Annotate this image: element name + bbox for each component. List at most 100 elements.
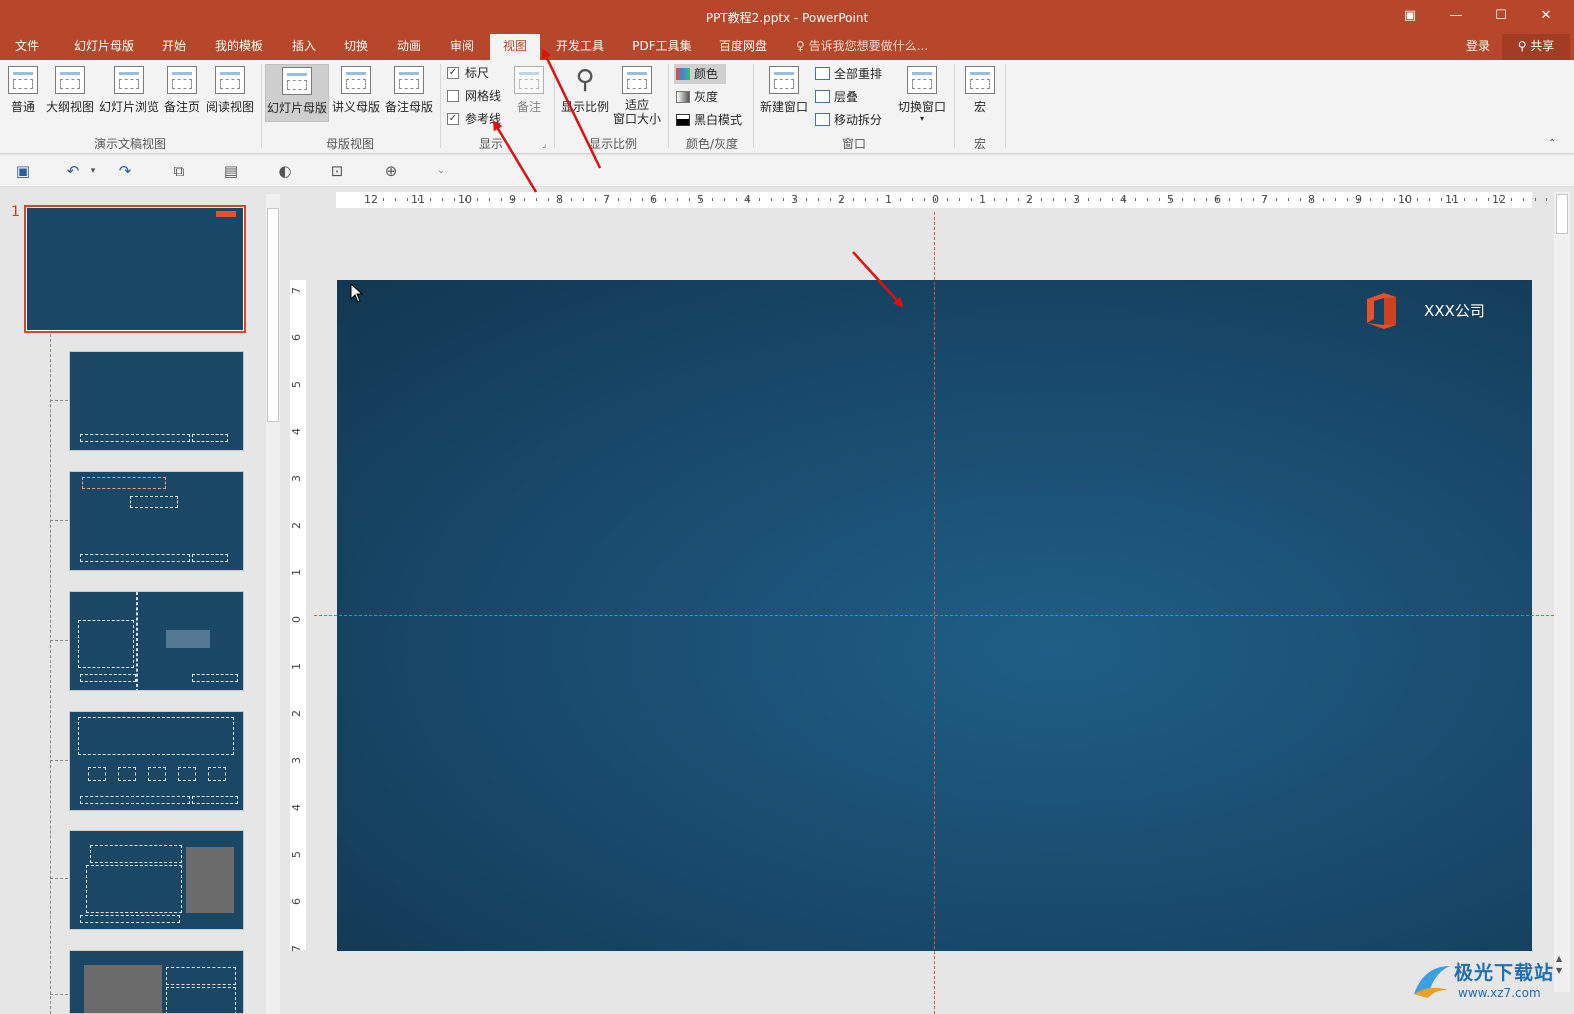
tab-view[interactable]: 视图	[490, 34, 540, 60]
window-group-label: 窗口	[841, 137, 866, 151]
gridlines-checkbox[interactable]: 网格线	[447, 87, 501, 105]
ruler-tick	[1276, 198, 1277, 201]
present-icon[interactable]: ⊡	[328, 163, 346, 179]
vertical-guide[interactable]	[934, 212, 935, 1014]
notes-page-button[interactable]: 备注页	[162, 64, 202, 122]
layout-thumbnail[interactable]	[69, 351, 244, 451]
tab-pdf-tools[interactable]: PDF工具集	[622, 34, 702, 60]
ruler-tick	[723, 198, 725, 201]
tab-developer[interactable]: 开发工具	[548, 34, 612, 60]
slideshow-from-start-icon[interactable]: ◐	[276, 163, 294, 179]
ruler-checkbox[interactable]: ✓ 标尺	[447, 64, 489, 82]
close-button[interactable]: ✕	[1536, 6, 1556, 26]
black-white-button[interactable]: 黑白模式	[674, 110, 742, 130]
tab-transitions[interactable]: 切换	[332, 34, 380, 60]
scrollbar-thumb[interactable]	[267, 208, 279, 422]
tab-slide-master[interactable]: 幻灯片母版	[60, 34, 148, 60]
ruler-tick	[1346, 198, 1348, 201]
move-split-label: 移动拆分	[834, 113, 883, 127]
dialog-launcher-icon[interactable]: ⌟	[542, 140, 546, 150]
grayscale-label: 灰度	[694, 90, 719, 104]
layout-thumbnail[interactable]	[69, 830, 244, 930]
guides-checkbox[interactable]: ✓ 参考线	[447, 110, 501, 128]
ruler-tick	[559, 198, 561, 201]
ruler-tick	[1229, 198, 1230, 201]
connector-tick	[50, 878, 68, 879]
thumbnail-scrollbar[interactable]	[266, 194, 280, 1014]
redo-icon[interactable]: ↷	[116, 163, 134, 179]
normal-view-button[interactable]: 普通	[4, 64, 42, 122]
cascade-button[interactable]: 层叠	[814, 87, 858, 107]
ruler-tick	[488, 198, 490, 201]
color-button[interactable]: 颜色	[674, 64, 726, 84]
footer-placeholder	[80, 434, 190, 442]
ribbon-display-icon[interactable]: ▣	[1400, 6, 1420, 26]
slide-sorter-label: 幻灯片浏览	[98, 100, 159, 114]
share-label: 共享	[1530, 39, 1555, 53]
slide-master-button[interactable]: 幻灯片母版	[265, 64, 329, 122]
handout-master-button[interactable]: 讲义母版	[331, 64, 381, 122]
ruler-tick	[547, 198, 549, 201]
outline-view-button[interactable]: 大纲视图	[44, 64, 96, 122]
slide-sorter-button[interactable]: 幻灯片浏览	[98, 64, 160, 122]
ruler-tick	[1076, 198, 1078, 201]
ruler-tick	[841, 198, 843, 201]
arrange-all-button[interactable]: 全部重排	[814, 64, 882, 84]
zoom-button[interactable]: ⚲ 显示比例	[560, 64, 610, 122]
ruler-tick	[430, 198, 431, 201]
tab-review[interactable]: 审阅	[437, 34, 487, 60]
presentation-views-group-label: 演示文稿视图	[93, 137, 166, 151]
tab-baidu-netdisk[interactable]: 百度网盘	[710, 34, 776, 60]
move-split-button[interactable]: 移动拆分	[814, 110, 882, 130]
slide-scrollbar[interactable]: ▲ ▼	[1554, 192, 1570, 992]
new-slide-icon[interactable]: ⧉	[170, 163, 188, 179]
login-link[interactable]: 登录	[1466, 34, 1490, 58]
tab-my-templates[interactable]: 我的模板	[204, 34, 274, 60]
layout-thumbnail[interactable]	[69, 591, 244, 691]
layout-icon[interactable]: ▤	[222, 163, 240, 179]
ruler-tick	[759, 198, 760, 201]
notes-master-button[interactable]: 备注母版	[383, 64, 435, 122]
switch-windows-button[interactable]: 切换窗口 ▾	[896, 64, 948, 123]
print-preview-icon[interactable]: ⊕	[382, 163, 400, 179]
chevron-down-icon[interactable]: ▾	[84, 163, 102, 179]
show-group-label: 显示	[478, 137, 503, 151]
ruler-tick	[935, 198, 937, 201]
macros-button[interactable]: 宏	[960, 64, 1000, 122]
tab-insert[interactable]: 插入	[280, 34, 328, 60]
slide-master-thumbnail[interactable]	[24, 205, 246, 333]
fit-to-window-button[interactable]: 适应 窗口大小	[612, 64, 662, 126]
maximize-button[interactable]: ☐	[1491, 6, 1511, 26]
ruler-tick-label: 7	[290, 945, 303, 952]
layout-thumbnail[interactable]	[69, 711, 244, 811]
company-name[interactable]: XXX公司	[1424, 300, 1485, 321]
grayscale-button[interactable]: 灰度	[674, 87, 718, 107]
ruler-tick	[1417, 198, 1418, 201]
minimize-button[interactable]: —	[1446, 6, 1466, 26]
ruler-tick-label: 3	[290, 475, 303, 482]
color-label: 颜色	[694, 67, 719, 81]
reading-view-button[interactable]: 阅读视图	[204, 64, 256, 122]
customize-qat-icon[interactable]: ⌄	[432, 163, 450, 179]
new-window-button[interactable]: 新建窗口	[758, 64, 810, 122]
tell-me-box[interactable]: ♀ 告诉我您想要做什么...	[796, 34, 928, 60]
ruler-tick	[594, 198, 596, 201]
zoom-label: 显示比例	[560, 100, 609, 114]
tab-file[interactable]: 文件	[0, 34, 54, 60]
notes-button[interactable]: 备注	[510, 64, 548, 122]
layout-thumbnail[interactable]	[69, 471, 244, 571]
undo-icon[interactable]: ↶	[64, 163, 82, 179]
tab-home[interactable]: 开始	[150, 34, 198, 60]
ruler-tick	[676, 198, 678, 201]
layout-thumbnail[interactable]	[69, 950, 244, 1014]
share-button[interactable]: ⚲ 共享	[1502, 34, 1570, 60]
ruler-tick	[876, 198, 878, 201]
collapse-ribbon-icon[interactable]: ⌃	[1548, 138, 1556, 149]
save-icon[interactable]: ▣	[14, 163, 32, 179]
horizontal-guide[interactable]	[314, 615, 1554, 616]
ruler-tick	[1299, 198, 1301, 201]
content-box	[118, 767, 136, 781]
scrollbar-thumb[interactable]	[1556, 194, 1568, 234]
title-bar: PPT教程2.pptx - PowerPoint ▣ — ☐ ✕	[0, 0, 1574, 34]
tab-animations[interactable]: 动画	[384, 34, 434, 60]
